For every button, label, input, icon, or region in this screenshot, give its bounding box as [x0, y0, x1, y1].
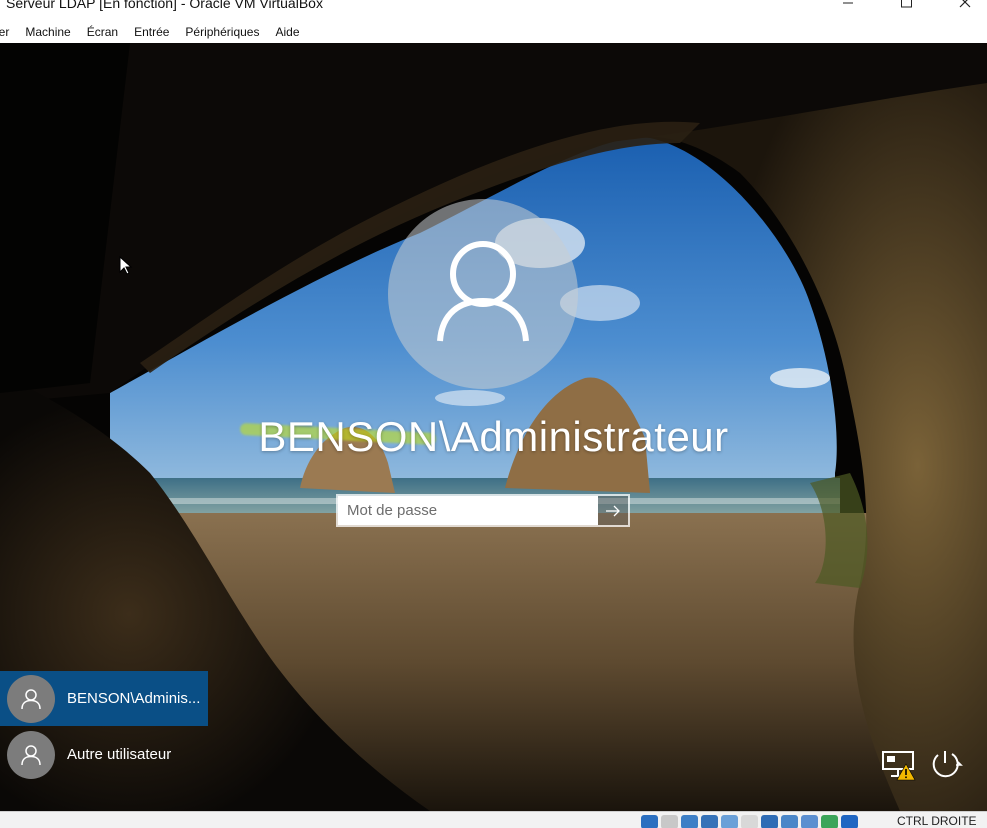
title-bar: Serveur LDAP [En fonction] - Oracle VM V… [0, 0, 987, 20]
user-icon [21, 744, 41, 765]
menu-aide[interactable]: Aide [267, 25, 307, 39]
audio-icon[interactable] [681, 815, 698, 828]
mini-avatar [7, 730, 55, 779]
login-username: BENSON\Administrateur [258, 413, 729, 460]
hdd-icon[interactable] [641, 815, 658, 828]
user-list-item-benson[interactable]: BENSON\Adminis... [0, 671, 208, 726]
vm-screen[interactable]: BENSON\Administrateur BENSON\Adminis... [0, 43, 987, 811]
maximize-button[interactable] [884, 0, 928, 12]
password-box [336, 494, 630, 527]
display-icon[interactable] [761, 815, 778, 828]
user-icon [437, 241, 529, 342]
power-icon[interactable] [930, 749, 964, 781]
arrow-right-icon [606, 505, 620, 516]
shared-folder-icon[interactable] [741, 815, 758, 828]
minimize-button[interactable] [826, 0, 870, 12]
user-icon [21, 688, 41, 709]
network-icon[interactable] [701, 815, 718, 828]
close-button[interactable] [943, 0, 987, 12]
cpu-icon[interactable] [821, 815, 838, 828]
minimize-icon [843, 2, 853, 4]
network-warning-icon[interactable] [881, 749, 917, 783]
mini-avatar [7, 674, 55, 723]
vt-icon[interactable] [801, 815, 818, 828]
menu-entree[interactable]: Entrée [126, 25, 177, 39]
menu-machine[interactable]: Machine [17, 25, 78, 39]
menu-bar: ier Machine Écran Entrée Périphériques A… [0, 20, 987, 44]
menu-peripheriques[interactable]: Périphériques [177, 25, 267, 39]
user-list-item-other[interactable]: Autre utilisateur [0, 727, 208, 782]
mouse-integration-icon[interactable] [841, 815, 858, 828]
user-avatar [388, 199, 578, 389]
window-title: Serveur LDAP [En fonction] - Oracle VM V… [6, 0, 323, 11]
password-input[interactable] [338, 496, 598, 525]
usb-icon[interactable] [721, 815, 738, 828]
close-icon [959, 0, 971, 8]
recording-icon[interactable] [781, 815, 798, 828]
optical-icon[interactable] [661, 815, 678, 828]
status-icons [641, 815, 858, 828]
user-list-label: BENSON\Adminis... [67, 690, 201, 707]
user-list-label: Autre utilisateur [67, 746, 172, 763]
menu-ecran[interactable]: Écran [79, 25, 126, 39]
host-key-label: CTRL DROITE [897, 814, 977, 828]
menu-fichier[interactable]: ier [0, 25, 17, 39]
mouse-cursor-icon [119, 256, 133, 275]
status-bar: CTRL DROITE [0, 811, 987, 828]
maximize-icon [901, 0, 912, 8]
submit-button[interactable] [598, 496, 628, 525]
